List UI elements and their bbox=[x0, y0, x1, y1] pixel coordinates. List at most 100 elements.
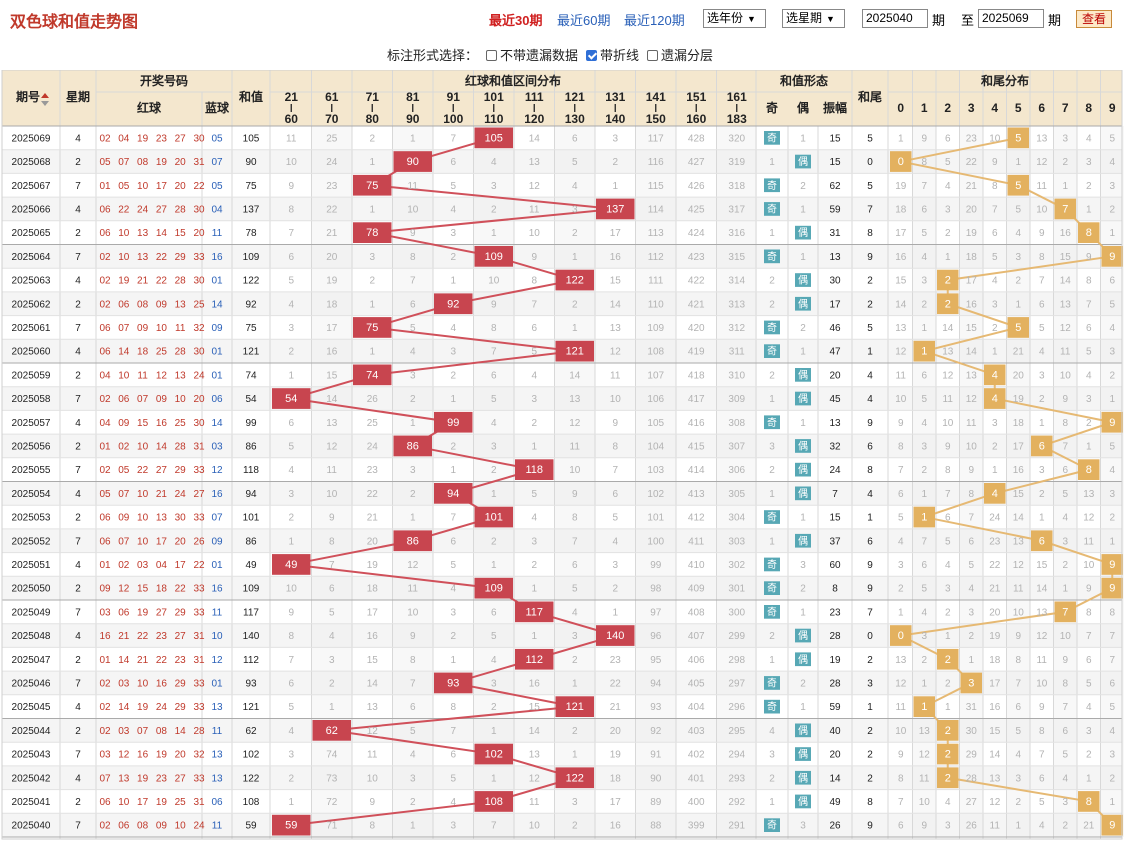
interval-miss: 105 bbox=[647, 418, 664, 429]
tail-miss: 12 bbox=[966, 394, 978, 405]
tail-miss: 31 bbox=[966, 702, 978, 713]
week-select[interactable]: 选星期 ▼ bbox=[782, 9, 845, 28]
red-ball: 12 bbox=[156, 370, 168, 381]
tail-miss: 5 bbox=[1109, 133, 1115, 144]
interval-miss: 2 bbox=[329, 678, 335, 689]
interval-miss: 1 bbox=[531, 631, 537, 642]
tail-col-label: 2 bbox=[944, 101, 951, 115]
tail-miss: 8 bbox=[968, 489, 974, 500]
tail-cell: 9 bbox=[867, 560, 873, 571]
interval-miss: 2 bbox=[531, 560, 537, 571]
even-miss: 3 bbox=[800, 560, 806, 571]
interval-miss: 6 bbox=[329, 584, 335, 595]
period-60-link[interactable]: 最近60期 bbox=[557, 10, 610, 29]
tail-miss: 11 bbox=[966, 418, 977, 429]
sum-hit-value: 74 bbox=[366, 369, 378, 381]
tail-hit-value: 2 bbox=[945, 654, 951, 666]
sum-hit-value: 140 bbox=[606, 630, 624, 642]
interval-miss: 1 bbox=[531, 584, 537, 595]
red-ball: 10 bbox=[156, 323, 168, 334]
interval-miss: 7 bbox=[410, 276, 416, 287]
even-miss: 2 bbox=[800, 584, 806, 595]
odd-badge-text: 奇 bbox=[767, 582, 777, 595]
interval-miss: 98 bbox=[650, 584, 662, 595]
checkbox-miss-layer[interactable] bbox=[647, 50, 659, 61]
red-ball: 02 bbox=[99, 821, 111, 832]
interval-miss: 3 bbox=[450, 607, 456, 618]
period-30-link[interactable]: 最近30期 bbox=[489, 10, 542, 29]
tail-miss: 1 bbox=[992, 347, 998, 358]
red-ball: 15 bbox=[137, 584, 149, 595]
red-ball: 33 bbox=[193, 702, 205, 713]
interval-miss: 10 bbox=[529, 228, 541, 239]
tail-hit-value: 2 bbox=[945, 725, 951, 737]
tail-miss: 12 bbox=[1013, 560, 1025, 571]
tail-cell: 2 bbox=[867, 655, 873, 666]
from-period-input[interactable]: 2025040 bbox=[862, 9, 928, 28]
interval-miss: 2 bbox=[531, 418, 537, 429]
tail-miss: 22 bbox=[966, 157, 978, 168]
tail-miss: 2 bbox=[1015, 797, 1021, 808]
red-ball: 07 bbox=[137, 394, 149, 405]
period-cell: 2025061 bbox=[12, 323, 51, 334]
interval-miss: 3 bbox=[491, 678, 497, 689]
week-cell: 7 bbox=[75, 323, 81, 334]
week-cell: 4 bbox=[75, 418, 81, 429]
period-cell: 2025055 bbox=[12, 465, 51, 476]
blue-ball: 05 bbox=[211, 181, 223, 192]
tail-hit-value: 8 bbox=[1086, 227, 1092, 239]
red-ball: 06 bbox=[99, 347, 111, 358]
tail-miss: 2 bbox=[1086, 418, 1092, 429]
interval-miss: 304 bbox=[728, 513, 745, 524]
interval-miss: 9 bbox=[288, 607, 294, 618]
sum-cell: 140 bbox=[243, 631, 260, 642]
top-bar: 双色球和值走势图 最近30期 最近60期 最近120期 选年份 ▼ 选星期 ▼ 20… bbox=[0, 0, 1124, 38]
amp-cell: 24 bbox=[829, 465, 841, 476]
tail-miss: 1 bbox=[1015, 821, 1021, 832]
interval-high-label: 140 bbox=[605, 112, 625, 126]
interval-miss: 21 bbox=[367, 513, 379, 524]
tail-miss: 21 bbox=[966, 181, 978, 192]
period-cell: 2025066 bbox=[12, 204, 51, 215]
even-badge-text: 偶 bbox=[798, 392, 808, 405]
red-ball: 22 bbox=[193, 181, 205, 192]
red-ball: 02 bbox=[99, 276, 111, 287]
interval-miss: 14 bbox=[529, 133, 541, 144]
tail-col-label: 6 bbox=[1038, 101, 1045, 115]
period-cell: 2025040 bbox=[12, 821, 51, 832]
checkbox-polyline[interactable] bbox=[586, 50, 598, 61]
interval-high-label: 100 bbox=[443, 112, 463, 126]
interval-miss: 11 bbox=[570, 441, 581, 452]
interval-miss: 419 bbox=[688, 347, 705, 358]
tail-miss: 9 bbox=[992, 157, 998, 168]
red-ball: 20 bbox=[193, 228, 205, 239]
period-120-link[interactable]: 最近120期 bbox=[624, 10, 685, 29]
query-button[interactable]: 查看 bbox=[1076, 10, 1112, 28]
even-miss: 1 bbox=[800, 347, 806, 358]
amp-cell: 62 bbox=[829, 181, 841, 192]
amp-cell: 8 bbox=[832, 584, 838, 595]
interval-miss: 97 bbox=[650, 607, 662, 618]
red-ball: 23 bbox=[156, 773, 168, 784]
year-select[interactable]: 选年份 ▼ bbox=[703, 9, 766, 28]
amp-cell: 23 bbox=[829, 607, 841, 618]
red-ball: 28 bbox=[175, 276, 187, 287]
interval-miss: 10 bbox=[569, 465, 581, 476]
header-tail-dist: 和尾分布 bbox=[980, 73, 1029, 88]
interval-miss: 3 bbox=[410, 370, 416, 381]
interval-miss: 12 bbox=[326, 441, 338, 452]
tail-miss: 4 bbox=[1086, 133, 1092, 144]
to-period-input[interactable]: 2025069 bbox=[978, 9, 1044, 28]
interval-miss: 10 bbox=[610, 394, 622, 405]
interval-miss: 24 bbox=[326, 157, 338, 168]
red-ball: 09 bbox=[118, 513, 130, 524]
tail-miss: 1 bbox=[1062, 584, 1068, 595]
tail-cell: 5 bbox=[867, 181, 873, 192]
interval-miss: 16 bbox=[367, 631, 379, 642]
checkbox-no-miss[interactable] bbox=[486, 50, 498, 61]
interval-miss: 1 bbox=[410, 513, 416, 524]
tail-hit-value: 9 bbox=[1109, 417, 1115, 429]
interval-miss: 7 bbox=[288, 655, 294, 666]
interval-miss: 92 bbox=[650, 726, 662, 737]
tail-miss: 9 bbox=[1062, 655, 1068, 666]
